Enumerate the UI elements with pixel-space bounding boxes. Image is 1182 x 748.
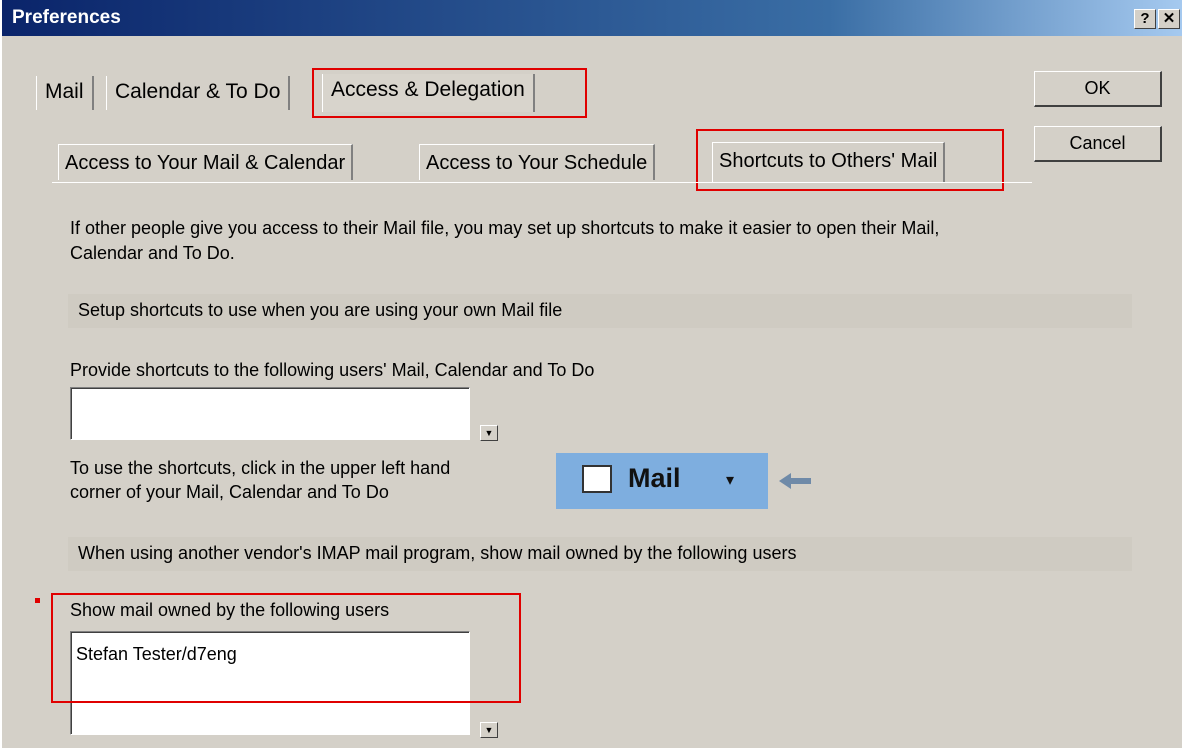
help-button[interactable]: ? [1134,9,1156,29]
mail-envelope-icon [582,465,612,493]
left-arrow-icon [779,473,811,489]
title-bar[interactable]: Preferences ? ✕ [2,0,1182,36]
red-marker [35,598,40,603]
highlight-box-access-tab [312,68,587,118]
use-shortcuts-line1: To use the shortcuts, click in the upper… [70,458,451,478]
subtab-divider [52,182,1032,183]
intro-text-line2: Calendar and To Do. [70,243,235,263]
mail-shortcut-example: Mail ▾ [556,453,768,509]
window-title: Preferences [12,7,121,28]
provide-shortcuts-field[interactable] [70,387,470,440]
cancel-button[interactable]: Cancel [1034,126,1162,162]
close-button[interactable]: ✕ [1158,9,1180,29]
use-shortcuts-line2: corner of your Mail, Calendar and To Do [70,482,389,502]
ok-button[interactable]: OK [1034,71,1162,107]
mail-example-label: Mail [628,463,681,493]
intro-text-line1: If other people give you access to their… [70,218,940,238]
section-header-imap: When using another vendor's IMAP mail pr… [68,537,1132,571]
provide-shortcuts-dropdown-button[interactable]: ▼ [480,425,498,441]
provide-shortcuts-label: Provide shortcuts to the following users… [70,360,595,380]
tab-mail[interactable]: Mail [36,76,94,110]
subtab-access-schedule[interactable]: Access to Your Schedule [419,144,656,180]
preferences-dialog: Preferences ? ✕ Mail Calendar & To Do Ac… [0,0,1182,748]
subtab-access-mail-calendar[interactable]: Access to Your Mail & Calendar [58,144,354,180]
tab-calendar-todo[interactable]: Calendar & To Do [106,76,291,110]
chevron-down-icon: ▾ [726,472,735,489]
show-mail-dropdown-button[interactable]: ▼ [480,722,498,738]
highlight-box-show-mail [51,593,521,703]
section-header-own-mail: Setup shortcuts to use when you are usin… [68,294,1132,328]
